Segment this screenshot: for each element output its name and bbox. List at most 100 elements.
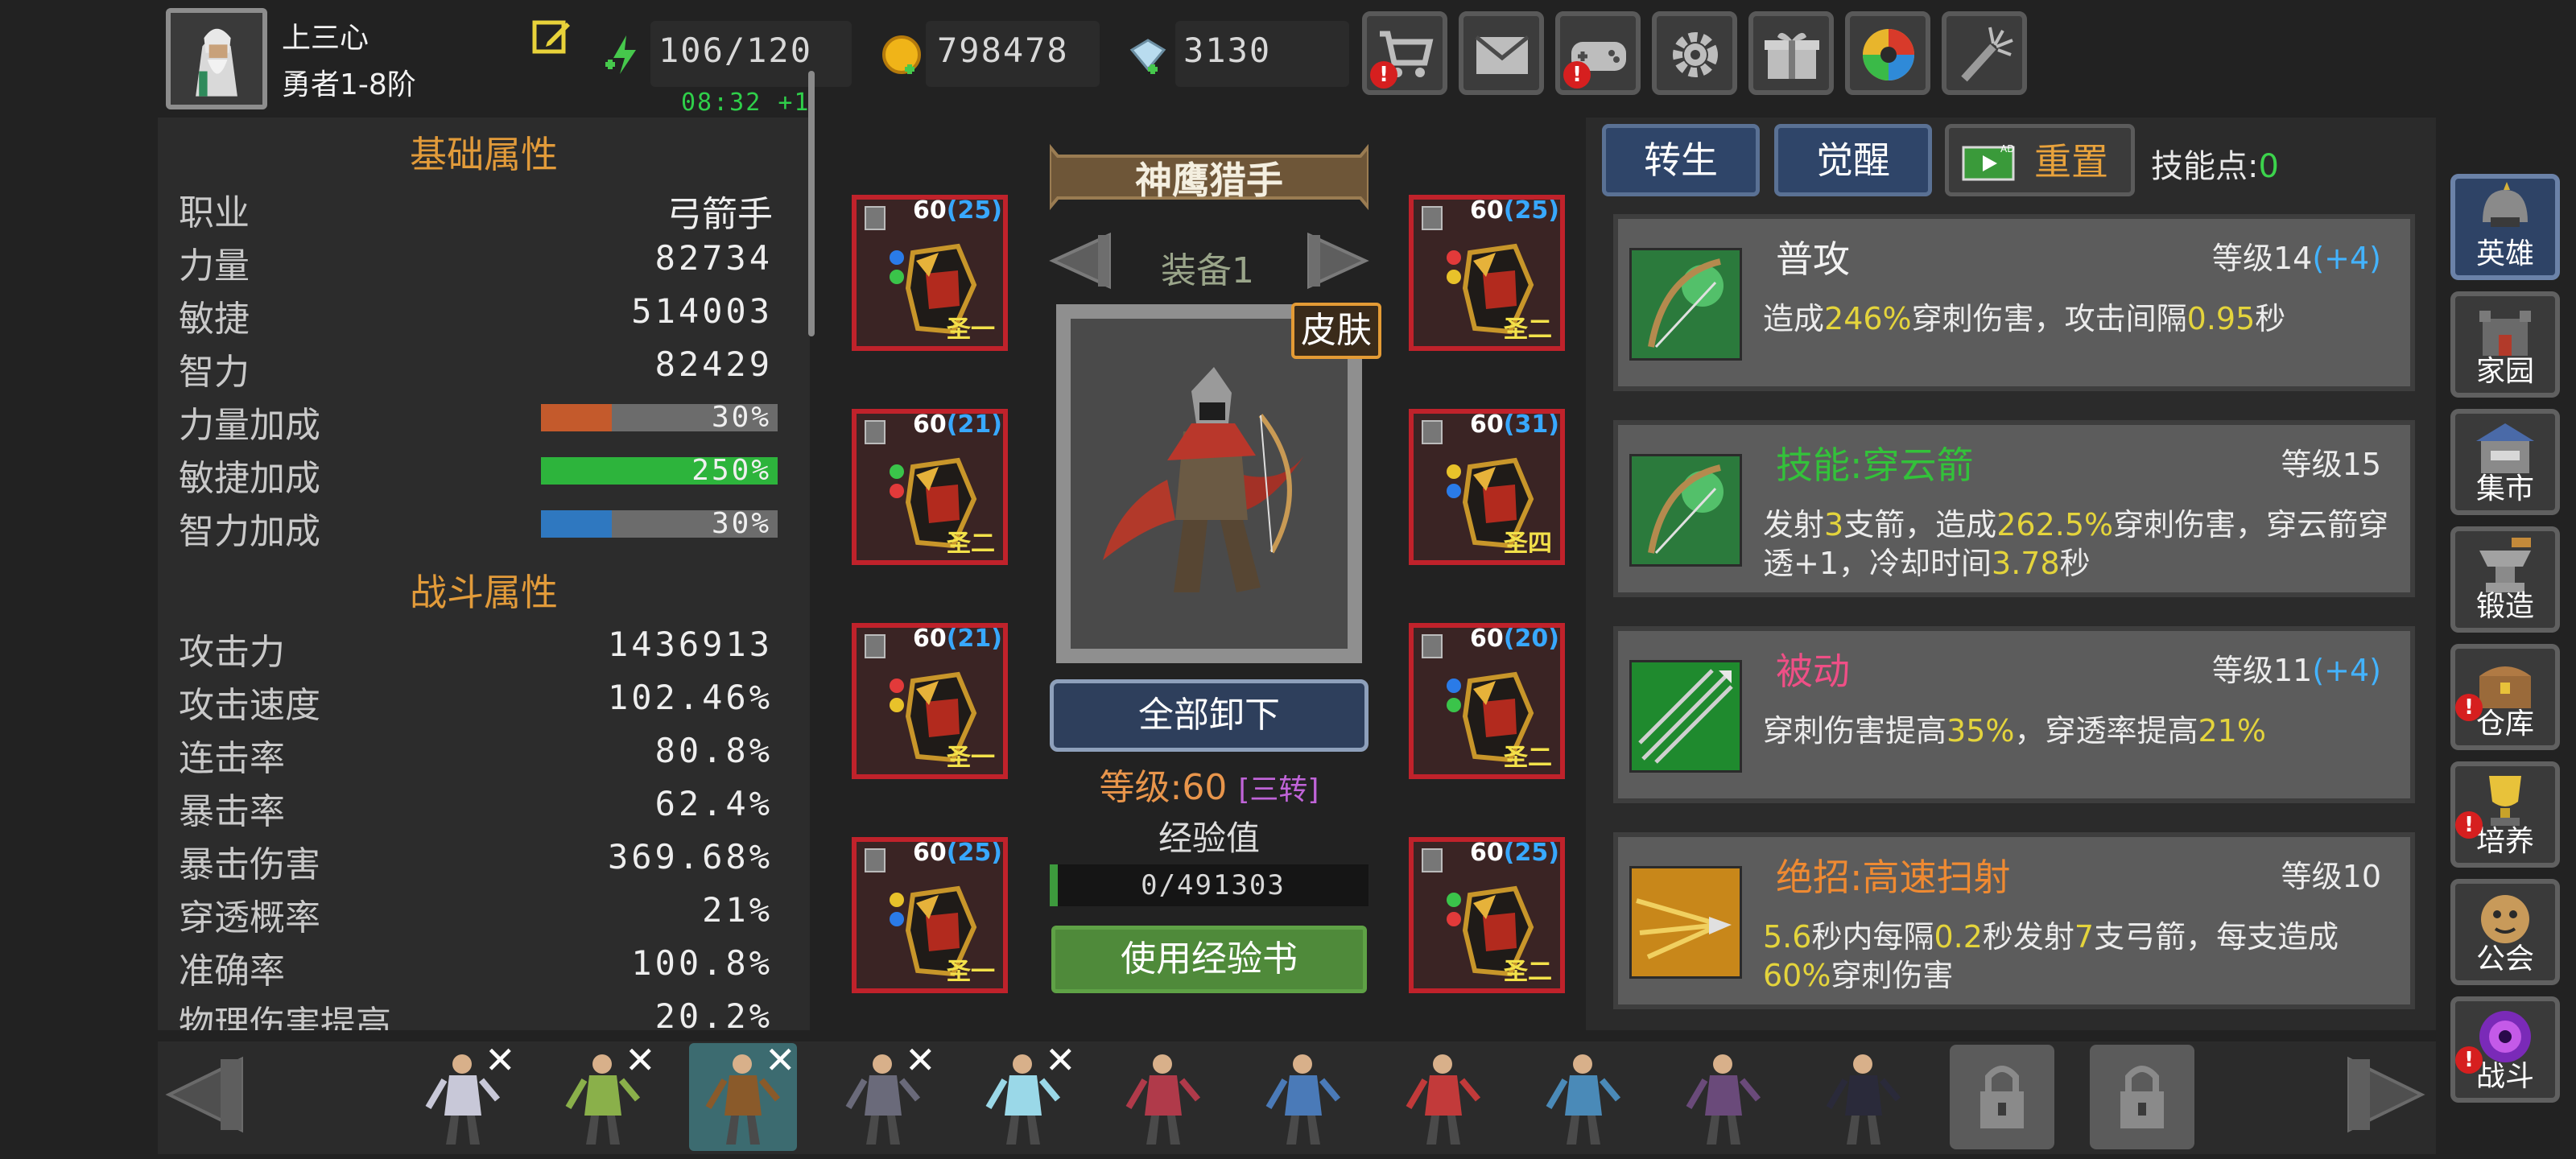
item-level-number: 60	[1470, 410, 1504, 439]
nav-anvil-button[interactable]: 锻造	[2450, 526, 2560, 633]
awaken-tab[interactable]: 觉醒	[1774, 124, 1932, 196]
skill-description: 发射3支箭，造成262.5%穿刺伤害，穿云箭穿透+1，冷却时间3.78秒	[1763, 505, 2399, 583]
item-level: 60(20)	[1470, 625, 1559, 653]
hero-portrait[interactable]	[1249, 1043, 1357, 1151]
item-level-number: 60	[1470, 839, 1504, 867]
skill-card[interactable]: 技能:穿云箭 等级15 发射3支箭，造成262.5%穿刺伤害，穿云箭穿透+1，冷却时…	[1613, 420, 2415, 597]
hero-portrait[interactable]	[1810, 1043, 1918, 1151]
use-exp-book-button[interactable]: 使用经验书	[1051, 926, 1367, 993]
gold-coin-icon	[882, 35, 921, 74]
lock-toggle-icon[interactable]	[1422, 420, 1443, 444]
locked-hero-slot[interactable]	[1950, 1045, 2054, 1149]
lock-toggle-icon[interactable]	[865, 848, 886, 872]
prev-set-arrow-icon[interactable]	[1045, 229, 1117, 293]
lock-toggle-icon[interactable]	[865, 634, 886, 658]
nav-castle-button[interactable]: 家园	[2450, 291, 2560, 398]
locked-hero-slot[interactable]	[2090, 1045, 2194, 1149]
skill-card[interactable]: 普攻 等级14(+4) 造成246%穿刺伤害，攻击间隔0.95秒	[1613, 214, 2415, 391]
hero-portrait[interactable]	[1670, 1043, 1777, 1151]
equipment-slot[interactable]: 60(20) 圣二	[1409, 623, 1565, 779]
nav-portal-button[interactable]: 战斗!	[2450, 996, 2560, 1103]
lock-toggle-icon[interactable]	[1422, 848, 1443, 872]
equipment-slot[interactable]: 60(25) 圣一	[852, 195, 1008, 351]
nav-shop-button[interactable]: 集市	[2450, 409, 2560, 515]
stat-label: 力量	[179, 245, 250, 287]
shop-cart-button[interactable]: !	[1362, 11, 1447, 95]
hero-portrait[interactable]	[1109, 1043, 1217, 1151]
edit-name-icon[interactable]	[531, 16, 572, 56]
skill-card[interactable]: 绝招:高速扫射 等级10 5.6秒内每隔0.2秒发射7支弓箭，每支造成 60%穿刺伤害	[1613, 832, 2415, 1009]
equipment-slot[interactable]: 60(21) 圣二	[852, 409, 1008, 565]
dismiss-hero-icon[interactable]: ✕	[1045, 1038, 1076, 1082]
equipment-slot[interactable]: 60(25) 圣二	[1409, 195, 1565, 351]
equipment-slot[interactable]: 60(25) 圣一	[852, 837, 1008, 993]
nav-trophy-button[interactable]: 培养!	[2450, 761, 2560, 868]
stat-value: 82734	[654, 238, 773, 278]
item-grade: 圣二	[1504, 744, 1552, 772]
nav-label: 英雄	[2475, 237, 2534, 270]
unequip-all-button[interactable]: 全部卸下	[1050, 679, 1368, 752]
nav-chest-button[interactable]: 仓库!	[2450, 644, 2560, 750]
skill-card[interactable]: 被动 等级11(+4) 穿刺伤害提高35%，穿透率提高21%	[1613, 626, 2415, 803]
stat-label: 物理伤害提高	[179, 1004, 391, 1030]
bonus-value: 30%	[711, 507, 771, 540]
item-enhance-bonus: (25)	[946, 839, 1002, 867]
combat-attributes-title: 战斗属性	[410, 571, 558, 614]
minigame-button[interactable]: !	[1555, 11, 1641, 95]
fireworks-button[interactable]	[1942, 11, 2027, 95]
stat-label: 攻击力	[179, 632, 285, 673]
skill-desc-text: 支弓箭，每支造成	[2094, 919, 2339, 955]
hero-scroll-right-arrow-icon[interactable]	[2341, 1054, 2429, 1135]
gold-value: 798478	[937, 31, 1069, 70]
lucky-wheel-button[interactable]	[1845, 11, 1930, 95]
hero-portrait[interactable]	[1389, 1043, 1497, 1151]
skill-description: 5.6秒内每隔0.2秒发射7支弓箭，每支造成 60%穿刺伤害	[1763, 918, 2399, 995]
hero-vampire-icon	[1406, 1054, 1481, 1145]
dismiss-hero-icon[interactable]: ✕	[625, 1038, 656, 1082]
next-set-arrow-icon[interactable]	[1301, 229, 1373, 293]
skin-button[interactable]: 皮肤	[1291, 303, 1381, 359]
attribute-scrollbar[interactable]	[808, 71, 815, 336]
skill-level-text: 等级11	[2211, 653, 2313, 688]
mail-button[interactable]	[1459, 11, 1544, 95]
player-name: 上三心	[282, 22, 369, 55]
gem-icon	[1129, 39, 1166, 74]
settings-button[interactable]	[1652, 11, 1737, 95]
bonus-value: 250%	[691, 454, 771, 487]
stat-label: 连击率	[179, 738, 285, 779]
skill-desc-text: ，穿透率提高	[2014, 713, 2198, 749]
equipment-slot[interactable]: 60(25) 圣二	[1409, 837, 1565, 993]
attribute-panel[interactable]: 基础属性 职业 弓箭手 力量 82734 敏捷 514003 智力 82429 力量加成 30% 敏…	[158, 118, 810, 1030]
player-avatar[interactable]	[166, 8, 267, 109]
nav-helmet-button[interactable]: 英雄	[2450, 174, 2560, 280]
gift-icon	[1765, 32, 1819, 79]
hero-scroll-left-arrow-icon[interactable]	[161, 1054, 250, 1135]
skill-name: 技能:穿云箭	[1776, 443, 1974, 487]
dismiss-hero-icon[interactable]: ✕	[905, 1038, 936, 1082]
lock-toggle-icon[interactable]	[865, 420, 886, 444]
item-grade: 圣二	[1504, 316, 1552, 344]
equipment-slot[interactable]: 60(31) 圣四	[1409, 409, 1565, 565]
stat-label: 敏捷	[179, 299, 250, 340]
stat-value: 1436913	[607, 625, 773, 664]
reset-skills-button[interactable]: AD 重置	[1945, 124, 2135, 196]
gift-button[interactable]	[1748, 11, 1834, 95]
equipment-slot[interactable]: 60(21) 圣一	[852, 623, 1008, 779]
hunter-character-sprite	[1071, 319, 1348, 649]
dismiss-hero-icon[interactable]: ✕	[765, 1038, 796, 1082]
item-level: 60(21)	[913, 410, 1002, 439]
dismiss-hero-icon[interactable]: ✕	[485, 1038, 516, 1082]
hero-portrait[interactable]	[1530, 1043, 1637, 1151]
nav-guild-button[interactable]: 公会	[2450, 879, 2560, 985]
stat-value: 弓箭手	[667, 194, 773, 235]
item-enhance-bonus: (21)	[946, 410, 1002, 439]
rebirth-tab[interactable]: 转生	[1602, 124, 1760, 196]
lock-toggle-icon[interactable]	[1422, 634, 1443, 658]
item-enhance-bonus: (25)	[946, 196, 1002, 225]
lock-toggle-icon[interactable]	[1422, 206, 1443, 230]
hero-tier-text: [三转]	[1238, 773, 1319, 806]
bonus-bar: 30%	[541, 507, 778, 540]
stat-value: 21%	[702, 890, 773, 930]
lock-toggle-icon[interactable]	[865, 206, 886, 230]
skill-desc-text: 支箭，造成	[1843, 507, 1997, 542]
